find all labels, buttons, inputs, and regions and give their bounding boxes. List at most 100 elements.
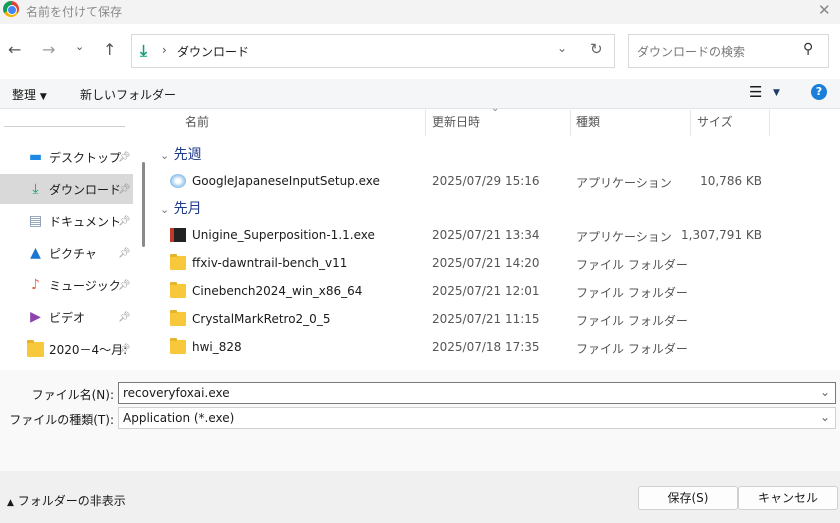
address-bar[interactable]: ⤓ › ダウンロード ⌄ ↻: [131, 34, 615, 68]
pin-icon[interactable]: 📌︎: [118, 184, 131, 195]
file-date: 2025/07/21 14:20: [432, 256, 540, 270]
sidebar-item-label: ビデオ: [49, 310, 86, 325]
file-type: ファイル フォルダー: [576, 286, 688, 300]
sidebar-item-label: ピクチャ: [49, 246, 97, 261]
sidebar-item[interactable]: ▲ ピクチャ 📌︎: [0, 238, 133, 268]
close-icon[interactable]: ✕: [818, 1, 831, 19]
sidebar-item-label: ダウンロード: [49, 182, 122, 197]
pin-icon[interactable]: 📌︎: [118, 312, 131, 323]
file-row[interactable]: ffxiv-dawntrail-bench_v11 2025/07/21 14:2…: [170, 253, 770, 275]
caret-down-icon: ▼: [39, 92, 47, 102]
filename-label: ファイル名(N):: [31, 388, 114, 402]
column-size[interactable]: サイズ: [697, 113, 733, 137]
chrome-icon: [3, 1, 19, 17]
file-date: 2025/07/29 15:16: [432, 174, 540, 188]
view-list-icon[interactable]: ☰: [749, 83, 762, 101]
pin-icon[interactable]: 📌︎: [118, 280, 131, 291]
sidebar-scrollbar[interactable]: [142, 162, 145, 247]
hide-folders-button[interactable]: ▲ フォルダーの非表示: [7, 492, 126, 509]
up-icon[interactable]: ↑: [103, 40, 116, 59]
back-icon[interactable]: ←: [8, 40, 21, 59]
filetype-select[interactable]: Application (*.exe) ⌄: [118, 407, 836, 429]
pin-icon[interactable]: 📌︎: [118, 248, 131, 259]
view-dropdown-icon[interactable]: ▼: [773, 88, 780, 98]
file-date: 2025/07/21 11:15: [432, 312, 540, 326]
window-title: 名前を付けて保存: [26, 5, 123, 19]
group-header[interactable]: ⌄ 先月: [160, 198, 202, 218]
column-date[interactable]: 更新日時: [432, 113, 480, 137]
group-label: 先週: [173, 147, 202, 163]
file-name: CrystalMarkRetro2_0_5: [192, 312, 331, 326]
hide-folders-label: フォルダーの非表示: [17, 494, 126, 508]
search-icon[interactable]: ⚲: [803, 41, 813, 57]
sidebar-item[interactable]: 2020－4～月: 📌︎: [0, 334, 133, 364]
new-folder-button[interactable]: 新しいフォルダー: [80, 86, 176, 103]
chevron-down-icon[interactable]: ⌄: [820, 410, 830, 424]
app-icon: [170, 228, 186, 242]
group-label: 先月: [173, 201, 202, 217]
file-date: 2025/07/18 17:35: [432, 340, 540, 354]
forward-icon[interactable]: →: [42, 40, 55, 59]
file-name: Cinebench2024_win_x86_64: [192, 284, 363, 298]
file-row[interactable]: hwi_828 2025/07/18 17:35 ファイル フォルダー: [170, 337, 770, 359]
download-icon: ⤓: [140, 41, 148, 60]
file-name: Unigine_Superposition-1.1.exe: [192, 228, 375, 242]
breadcrumb-separator: ›: [162, 43, 167, 57]
file-row[interactable]: GoogleJapaneseInputSetup.exe 2025/07/29 1…: [170, 171, 770, 193]
pin-icon[interactable]: 📌︎: [118, 216, 131, 227]
folder-icon: [27, 339, 44, 357]
column-type[interactable]: 種類: [576, 113, 600, 137]
folder-icon: [170, 310, 186, 326]
chevron-down-icon: ⌄: [160, 203, 170, 216]
organize-label: 整理: [12, 88, 37, 102]
file-row[interactable]: Cinebench2024_win_x86_64 2025/07/21 12:01…: [170, 281, 770, 303]
file-size: 10,786 KB: [700, 174, 762, 188]
refresh-icon[interactable]: ↻: [590, 40, 603, 58]
chevron-down-icon: ⌄: [160, 149, 170, 162]
picture-icon: ▲: [30, 244, 41, 261]
file-type: アプリケーション: [576, 176, 672, 190]
file-date: 2025/07/21 12:01: [432, 284, 540, 298]
download-icon: ⤓: [32, 180, 39, 197]
address-dropdown-icon[interactable]: ⌄: [557, 41, 567, 55]
sidebar-item[interactable]: ▶ ビデオ 📌︎: [0, 302, 133, 332]
file-row[interactable]: Unigine_Superposition-1.1.exe 2025/07/21 …: [170, 225, 770, 247]
chevron-down-icon[interactable]: ⌄: [820, 385, 830, 399]
search-placeholder: ダウンロードの検索: [637, 45, 746, 59]
file-type: ファイル フォルダー: [576, 258, 688, 272]
help-icon[interactable]: ?: [811, 84, 827, 100]
folder-icon: [170, 338, 186, 354]
file-name: hwi_828: [192, 340, 242, 354]
divider: [4, 126, 125, 127]
folder-icon: [170, 282, 186, 298]
file-size: 1,307,791 KB: [681, 228, 762, 242]
column-name[interactable]: 名前: [185, 113, 209, 137]
file-name: ffxiv-dawntrail-bench_v11: [192, 256, 348, 270]
breadcrumb-item[interactable]: ダウンロード: [177, 43, 249, 60]
cancel-button[interactable]: キャンセル: [738, 486, 838, 510]
group-header[interactable]: ⌄ 先週: [160, 144, 202, 164]
sidebar-item[interactable]: ♪ ミュージック 📌︎: [0, 270, 133, 300]
recent-chevron-icon[interactable]: ⌄: [75, 40, 84, 53]
sidebar-item[interactable]: ▬ デスクトップ 📌︎: [0, 142, 133, 172]
document-icon: ▤: [28, 212, 43, 229]
filetype-label: ファイルの種類(T):: [9, 413, 114, 427]
sidebar-item-label: ドキュメント: [49, 214, 122, 229]
file-type: ファイル フォルダー: [576, 342, 688, 356]
file-row[interactable]: CrystalMarkRetro2_0_5 2025/07/21 11:15 ファイ…: [170, 309, 770, 331]
pin-icon[interactable]: 📌︎: [118, 152, 131, 163]
filename-input[interactable]: recoveryfoxai.exe ⌄: [118, 382, 836, 404]
music-icon: ♪: [31, 276, 40, 293]
sidebar-item[interactable]: ▤ ドキュメント 📌︎: [0, 206, 133, 236]
filename-value: recoveryfoxai.exe: [123, 386, 230, 400]
save-button[interactable]: 保存(S): [638, 486, 738, 510]
sidebar-item-label: 2020－4～月:: [49, 342, 128, 357]
sort-chevron-icon: ⌄: [491, 103, 500, 114]
organize-button[interactable]: 整理 ▼: [12, 86, 47, 103]
toolbar: 整理 ▼ 新しいフォルダー ☰ ▼ ?: [0, 79, 840, 109]
file-name: GoogleJapaneseInputSetup.exe: [192, 174, 380, 188]
search-input[interactable]: ダウンロードの検索 ⚲: [628, 34, 829, 68]
desktop-icon: ▬: [28, 148, 43, 165]
sidebar-item[interactable]: ⤓ ダウンロード 📌︎: [0, 174, 133, 204]
pin-icon[interactable]: 📌︎: [118, 344, 131, 355]
